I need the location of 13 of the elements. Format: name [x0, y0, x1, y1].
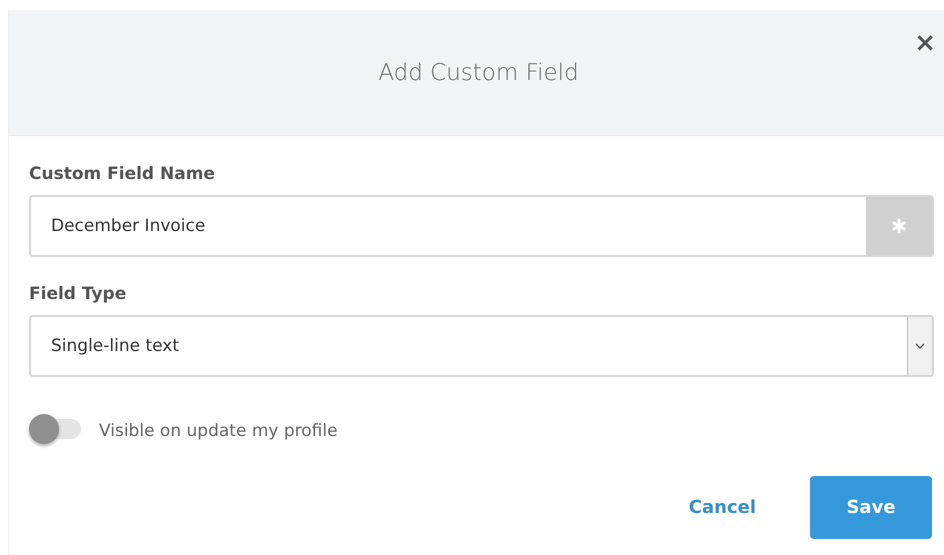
field-label: Custom Field Name [29, 164, 216, 184]
name-field[interactable]: December Invoice [29, 195, 934, 257]
close-button[interactable]: × [910, 30, 940, 56]
chevron-down-icon [915, 343, 925, 349]
dialog-title: Add Custom Field [378, 60, 579, 86]
field-value: December Invoice [50, 216, 206, 236]
select-value: Single-line text [50, 336, 180, 356]
field-label: Field Type [29, 284, 128, 304]
dropdown-button[interactable] [907, 317, 932, 375]
cancel-button[interactable]: Cancel [684, 493, 760, 522]
type-select[interactable]: Single-line text [29, 315, 934, 377]
toggle-label: Visible on update my profile [99, 420, 338, 440]
asterisk-icon [891, 218, 907, 234]
